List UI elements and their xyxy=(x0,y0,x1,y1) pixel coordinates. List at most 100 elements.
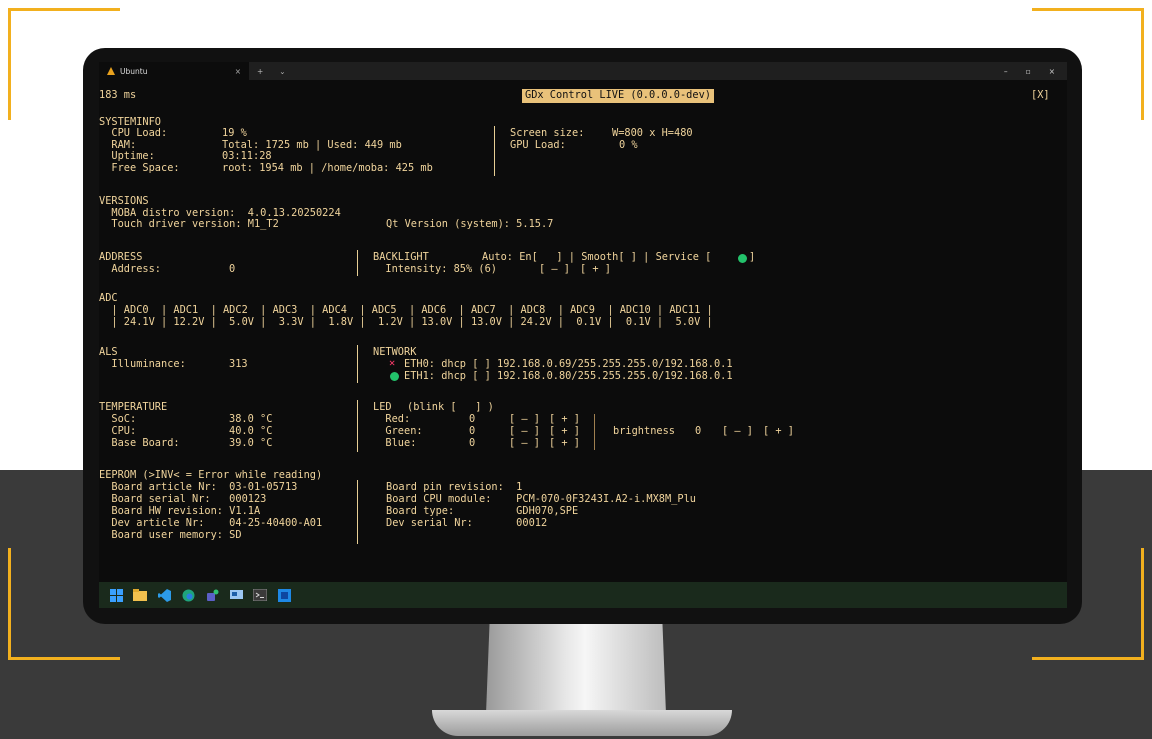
window-controls: – ▫ × xyxy=(1004,67,1067,76)
brightness-increase-button[interactable]: [ + ] xyxy=(763,425,794,438)
als-heading: ALS xyxy=(99,346,118,358)
board-hw-revision: Board HW revision: V1.1A xyxy=(99,505,261,517)
taskbar xyxy=(99,582,1067,608)
gpu-load-label: GPU Load: xyxy=(510,139,566,151)
board-article-nr: Board article Nr: 03-01-05713 xyxy=(99,481,298,493)
led-blue-increase-button[interactable]: [ + ] xyxy=(549,437,580,450)
address-value: 0 xyxy=(229,263,236,275)
board-type: Board type: GDH070,SPE xyxy=(386,505,579,517)
minimize-button[interactable]: – xyxy=(1004,67,1008,76)
gpu-load-value: 0 % xyxy=(619,139,638,151)
eeprom-heading: EEPROM (>INV< = Error while reading) xyxy=(99,469,323,481)
maximize-button[interactable]: ▫ xyxy=(1026,67,1031,76)
service-status-icon xyxy=(738,254,747,263)
led-green-increase-button[interactable]: [ + ] xyxy=(549,425,580,438)
adc-heading: ADC xyxy=(99,292,118,304)
intensity-increase-button[interactable]: [ + ] xyxy=(580,263,611,276)
address-heading: ADDRESS xyxy=(99,251,143,263)
led-blue-value: 0 xyxy=(469,437,476,449)
free-space-value: root: 1954 mb | /home/moba: 425 mb xyxy=(222,162,433,174)
dev-app-icon[interactable] xyxy=(277,588,291,602)
backlight-options[interactable]: Auto: En[ ] | Smooth[ ] | Service [ xyxy=(482,251,711,264)
ubuntu-icon xyxy=(107,67,115,75)
dev-serial-nr: Dev serial Nr: 00012 xyxy=(386,517,548,529)
cpu-load-label: CPU Load: xyxy=(99,127,168,139)
divider xyxy=(357,480,358,544)
led-blink-toggle[interactable]: (blink [ ] ) xyxy=(407,401,494,414)
led-red-value: 0 xyxy=(469,413,476,425)
brightness-label: brightness xyxy=(613,425,675,437)
vscode-icon[interactable] xyxy=(157,588,171,602)
eth1-info: ETH1: dhcp [ ] 192.168.0.80/255.255.255.… xyxy=(404,370,733,382)
tab-ubuntu[interactable]: Ubuntu × xyxy=(99,62,249,80)
terminal-content: 183 ms GDx Control LIVE (0.0.0.0-dev) [X… xyxy=(99,84,1067,582)
free-space-label: Free Space: xyxy=(99,162,180,174)
tab-title: Ubuntu xyxy=(120,66,148,76)
intensity-decrease-button[interactable]: [ – ] xyxy=(539,263,570,276)
versions-heading: VERSIONS xyxy=(99,195,149,207)
screen-size-value: W=800 x H=480 xyxy=(612,127,693,139)
led-heading: LED xyxy=(373,401,392,413)
led-blue-decrease-button[interactable]: [ – ] xyxy=(509,437,540,450)
remote-desktop-icon[interactable] xyxy=(229,588,243,602)
dev-article-nr: Dev article Nr: 04-25-40400-A01 xyxy=(99,517,323,529)
board-temp-value: 39.0 °C xyxy=(229,437,273,449)
divider xyxy=(357,345,358,383)
monitor-stand-neck xyxy=(486,622,666,714)
cpu-temp-label: CPU: xyxy=(99,425,137,437)
adc-header-row: | ADC0 | ADC1 | ADC2 | ADC3 | ADC4 | ADC… xyxy=(99,304,713,316)
illuminance-value: 313 xyxy=(229,358,248,370)
file-explorer-icon[interactable] xyxy=(133,588,147,602)
led-green-decrease-button[interactable]: [ – ] xyxy=(509,425,540,438)
new-tab-button[interactable]: + xyxy=(249,67,271,76)
latency-text: 183 ms xyxy=(99,89,137,101)
adc-value-row: | 24.1V | 12.2V | 5.0V | 3.3V | 1.8V | 1… xyxy=(99,316,713,328)
uptime-value: 03:11:28 xyxy=(222,150,272,162)
divider xyxy=(357,250,358,276)
uptime-label: Uptime: xyxy=(99,150,155,162)
board-pin-revision: Board pin revision: 1 xyxy=(386,481,523,493)
backlight-heading: BACKLIGHT xyxy=(373,251,429,263)
service-bracket: ] xyxy=(749,251,756,263)
board-temp-label: Base Board: xyxy=(99,437,180,449)
touch-driver-version: Touch driver version: M1_T2 xyxy=(99,218,279,230)
monitor-screen: Ubuntu × + ⌄ – ▫ × 183 ms GDx Control LI… xyxy=(99,62,1067,608)
eth0-info: ETH0: dhcp [ ] 192.168.0.69/255.255.255.… xyxy=(404,358,733,370)
led-red-increase-button[interactable]: [ + ] xyxy=(549,413,580,426)
board-cpu-module: Board CPU module: PCM-070-0F3243I.A2-i.M… xyxy=(386,493,696,505)
screen-size-label: Screen size: xyxy=(510,127,585,139)
app-title: GDx Control LIVE (0.0.0.0-dev) xyxy=(522,89,714,103)
soc-temp-value: 38.0 °C xyxy=(229,413,273,425)
divider xyxy=(494,126,495,176)
cpu-temp-value: 40.0 °C xyxy=(229,425,273,437)
windows-start-icon[interactable] xyxy=(109,588,123,602)
board-user-memory: Board user memory: SD xyxy=(99,529,242,541)
tab-dropdown-icon[interactable]: ⌄ xyxy=(271,67,293,76)
led-blue-label: Blue: xyxy=(373,437,417,449)
temperature-heading: TEMPERATURE xyxy=(99,401,168,413)
terminal-icon[interactable] xyxy=(253,588,267,602)
intensity-text: Intensity: 85% (6) xyxy=(373,263,497,275)
led-green-label: Green: xyxy=(373,425,423,437)
close-app-button[interactable]: [X] xyxy=(1031,89,1050,102)
board-serial-nr: Board serial Nr: 000123 xyxy=(99,493,267,505)
terminal-titlebar: Ubuntu × + ⌄ – ▫ × xyxy=(99,62,1067,80)
x-mark-icon: ✕ xyxy=(389,357,396,369)
teams-icon[interactable] xyxy=(205,588,219,602)
qt-version: Qt Version (system): 5.15.7 xyxy=(386,218,554,230)
address-label: Address: xyxy=(99,263,161,275)
led-red-label: Red: xyxy=(373,413,411,425)
tab-close-icon[interactable]: × xyxy=(235,67,241,76)
green-dot-icon xyxy=(390,372,399,381)
brightness-value: 0 xyxy=(695,425,702,437)
monitor-stand-base xyxy=(432,710,732,736)
brightness-decrease-button[interactable]: [ – ] xyxy=(722,425,753,438)
illuminance-label: Illuminance: xyxy=(99,358,186,370)
divider xyxy=(357,400,358,452)
brace xyxy=(594,414,595,450)
cpu-load-value: 19 % xyxy=(222,127,247,139)
close-window-button[interactable]: × xyxy=(1049,67,1055,76)
led-red-decrease-button[interactable]: [ – ] xyxy=(509,413,540,426)
edge-browser-icon[interactable] xyxy=(181,588,195,602)
led-green-value: 0 xyxy=(469,425,476,437)
